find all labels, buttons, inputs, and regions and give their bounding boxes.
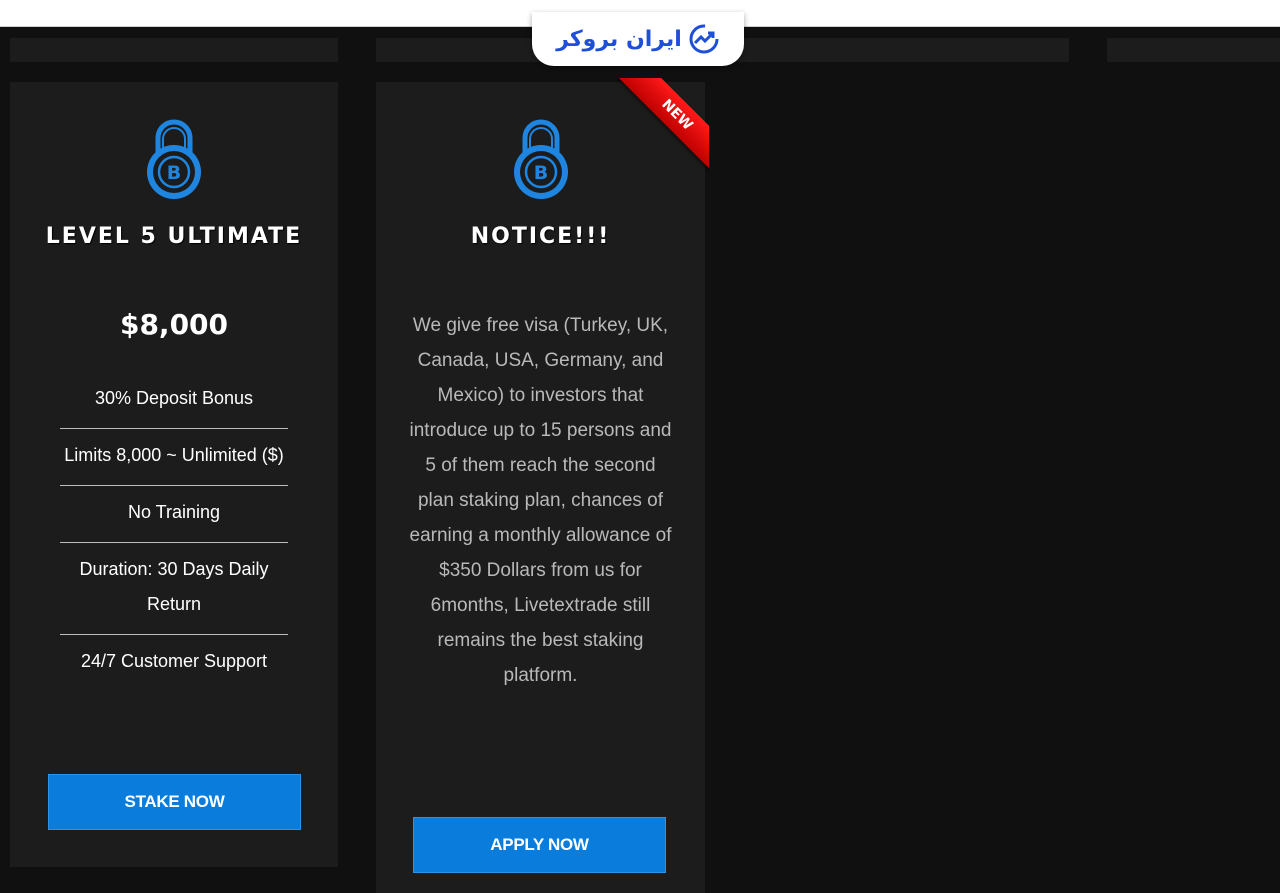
trend-chart-icon [689, 24, 719, 54]
card-top-stub [1107, 38, 1280, 62]
card-title: LEVEL 5 ULTIMATE [45, 224, 303, 249]
watermark-badge: ایران بروکر [532, 12, 744, 66]
svg-text:B: B [533, 162, 547, 184]
feature-item: 24/7 Customer Support [80, 651, 268, 671]
card-top-stub [10, 38, 338, 62]
notice-card: NEW B NOTICE!!! We give free visa (Turke… [376, 78, 709, 893]
bitcoin-lock-icon: B [513, 119, 568, 199]
page: ایران بروکر B LEVEL 5 ULTIMATE $8,000 30… [0, 0, 1280, 893]
feature-item: 30% Deposit Bonus [60, 372, 288, 429]
feature-item: No Training [60, 486, 288, 543]
notice-text: We give free visa (Turkey, UK, Canada, U… [409, 315, 672, 686]
bitcoin-lock-icon: B [147, 119, 201, 199]
ribbon-label: NEW [616, 78, 709, 174]
new-ribbon: NEW [613, 78, 709, 174]
watermark-text: ایران بروکر [556, 26, 682, 52]
feature-item: Limits 8,000 ~ Unlimited ($) [60, 429, 288, 486]
plan-price: $8,000 [119, 308, 229, 341]
stake-now-button[interactable]: STAKE NOW [48, 774, 301, 830]
card-title: NOTICE!!! [470, 224, 611, 249]
apply-now-button[interactable]: APPLY NOW [413, 817, 666, 873]
plan-card-level-5: B LEVEL 5 ULTIMATE $8,000 30% Deposit Bo… [10, 82, 338, 867]
feature-list: 30% Deposit Bonus Limits 8,000 ~ Unlimit… [60, 372, 288, 691]
svg-text:B: B [167, 162, 181, 184]
feature-item: Duration: 30 Days Daily Return [60, 543, 288, 635]
